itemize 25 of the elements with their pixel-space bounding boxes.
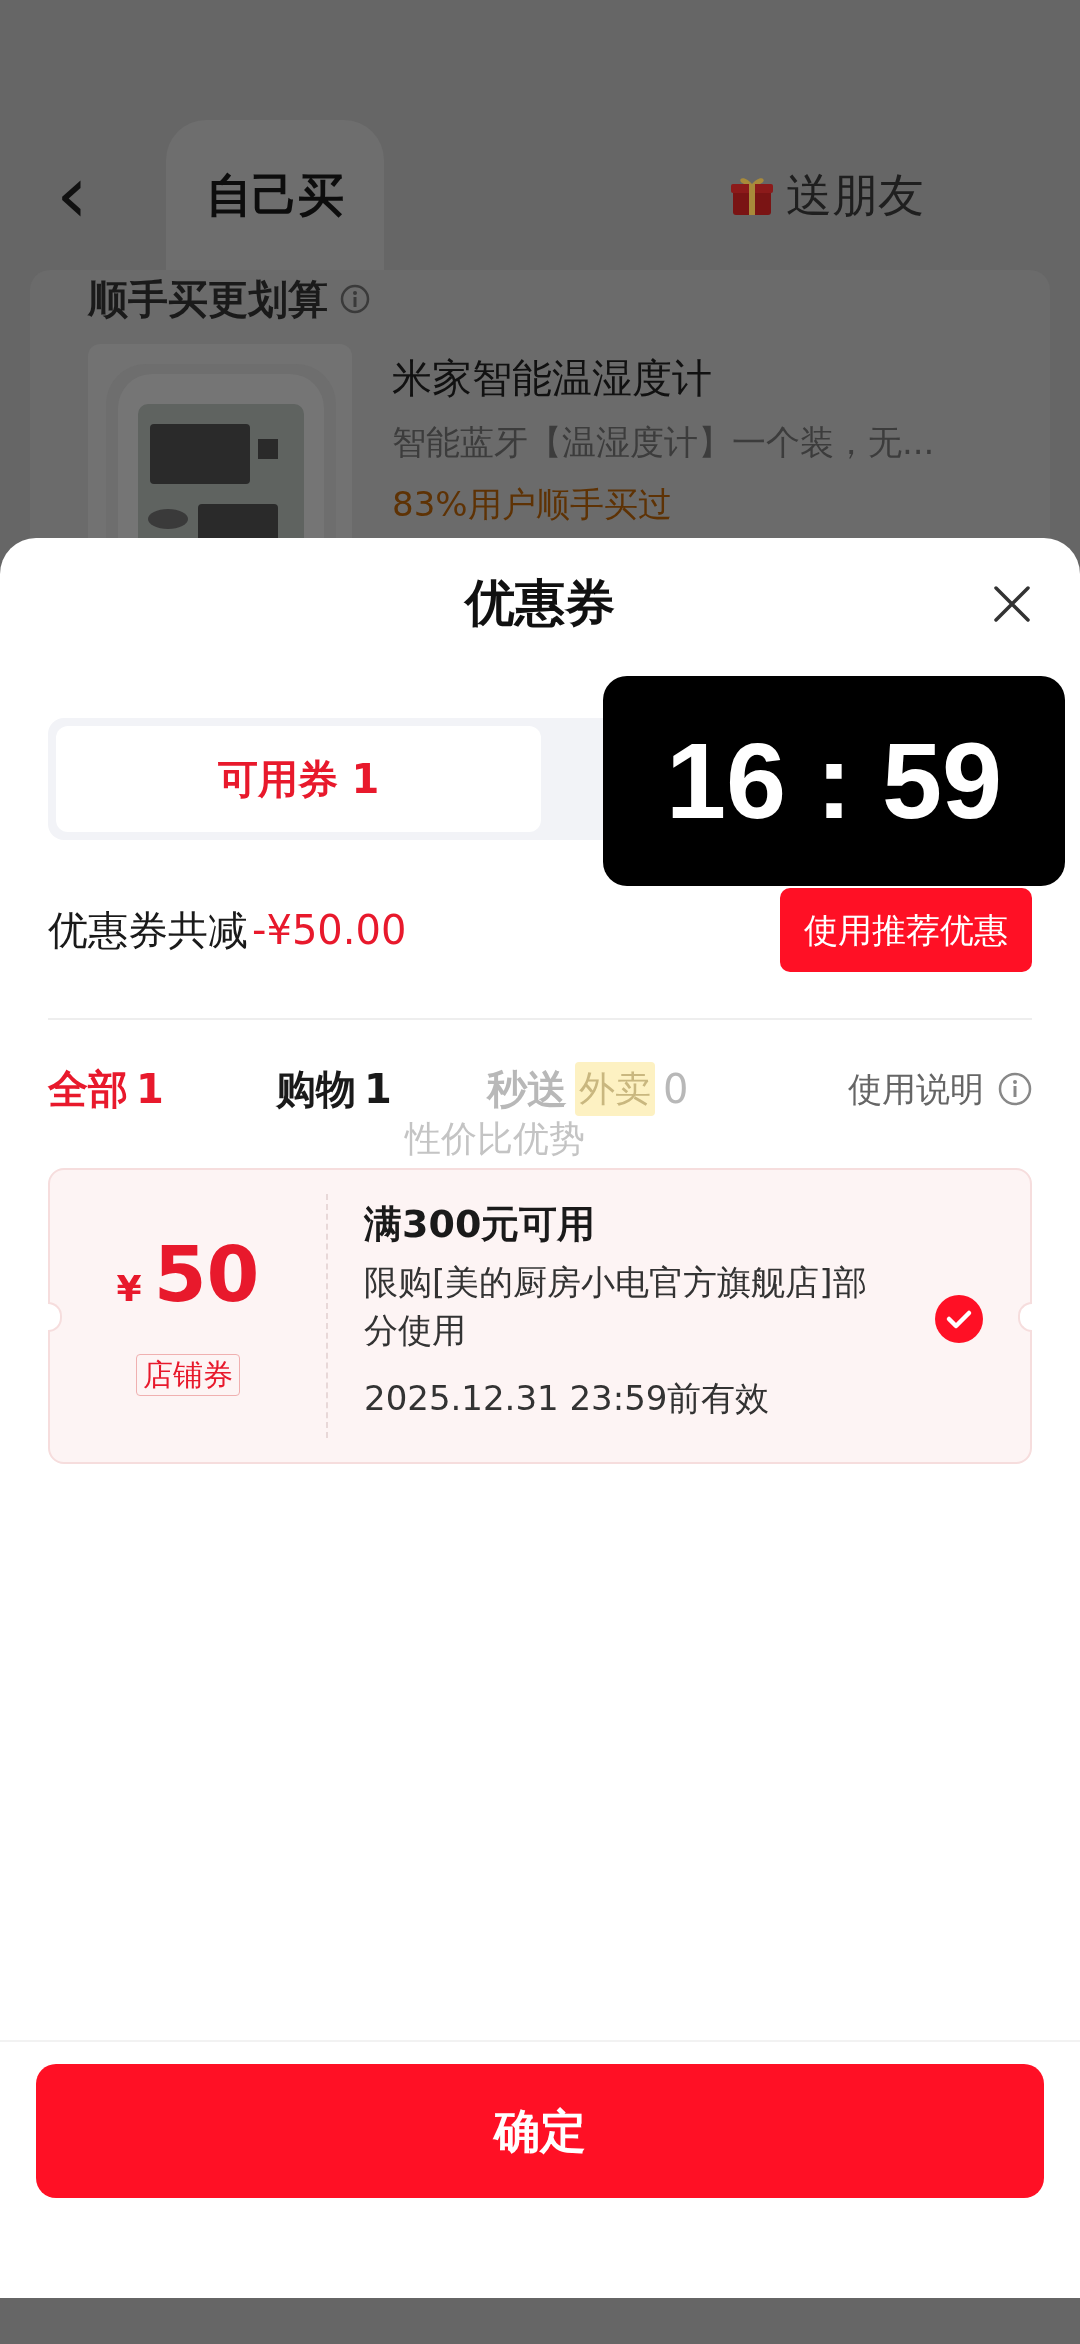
filter-tab[interactable]: 全部 1: [48, 1059, 276, 1119]
tab[interactable]: 自己买: [166, 120, 384, 270]
coupon-type: 店铺券: [136, 1354, 240, 1396]
coupon-amount: ¥50: [116, 1230, 260, 1320]
help-link[interactable]: 使用说明: [848, 1063, 1032, 1115]
info-icon: [998, 1072, 1032, 1106]
purchase-note: 83%用户顺手买过: [392, 483, 673, 526]
close-button[interactable]: [992, 584, 1032, 624]
coupon-scope: 限购[美的厨房小电官方旗舰店]部分使用: [364, 1261, 868, 1352]
info-icon: [340, 284, 370, 314]
section-title: 顺手买更划算: [88, 275, 328, 324]
sheet-title: 优惠券: [465, 572, 615, 634]
coupon-condition: 满300元可用: [364, 1201, 597, 1248]
checkbox[interactable]: [934, 1294, 984, 1344]
confirm-button[interactable]: 确定: [36, 2064, 1044, 2198]
coupon-validity: 2025.12.31 23:59前有效: [364, 1377, 771, 1420]
tab[interactable]: 可用券 1: [56, 726, 541, 832]
tab[interactable]: 送朋友: [690, 120, 964, 270]
overlay-text: 性价比优势: [405, 1117, 585, 1161]
recommend-button[interactable]: 使用推荐优惠: [780, 888, 1032, 972]
filter-tab[interactable]: 购物 1: [276, 1059, 487, 1119]
product-title: 米家智能温湿度计: [392, 354, 713, 402]
discount-summary: 优惠券共减-¥50.00: [48, 906, 407, 955]
timer: 16 : 59: [603, 676, 1065, 886]
back-button[interactable]: ‹: [56, 155, 166, 235]
